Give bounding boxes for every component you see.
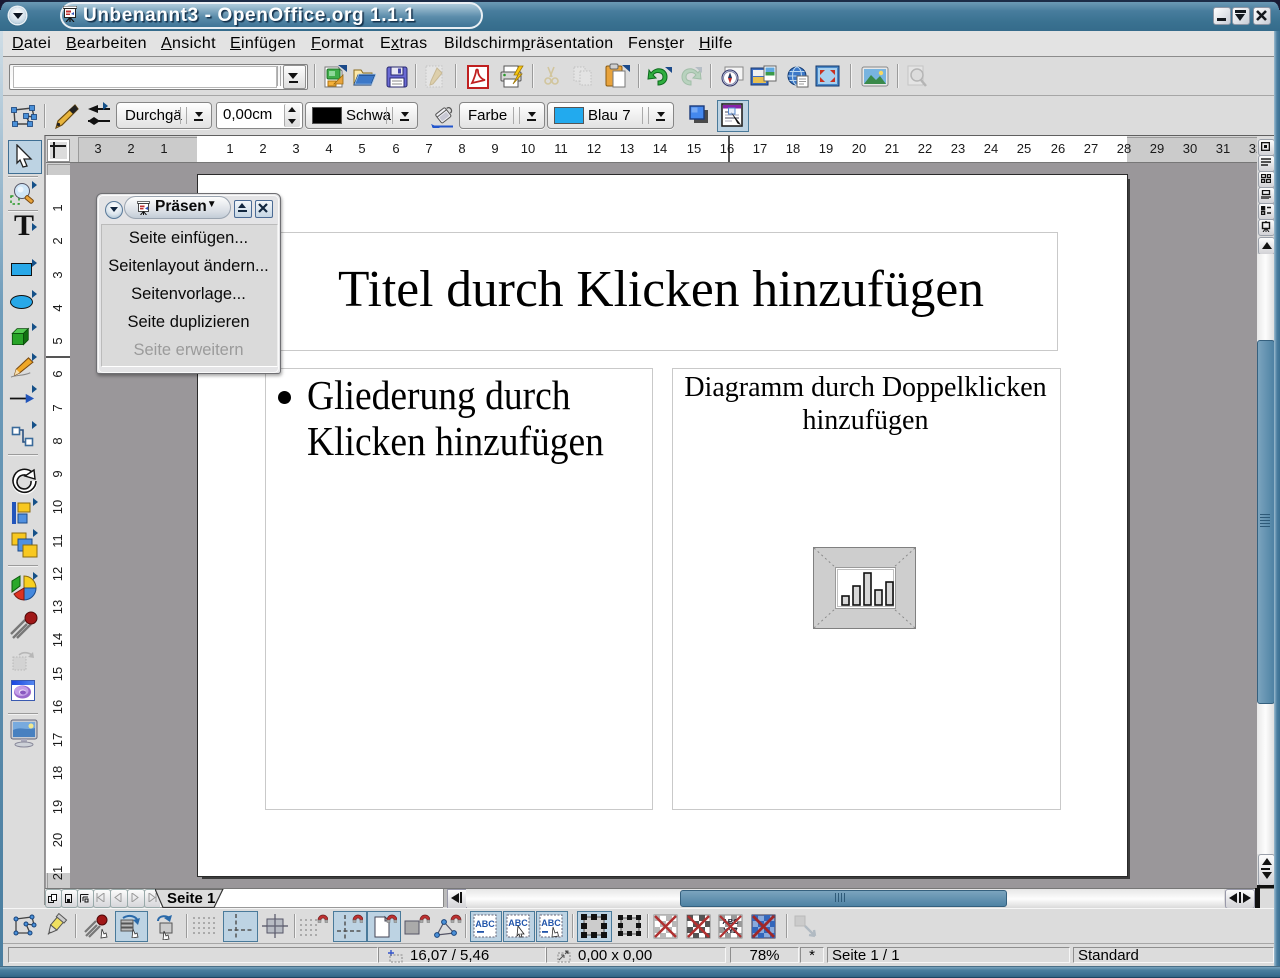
svg-text:ABC: ABC	[475, 919, 495, 929]
svg-text:ABC: ABC	[541, 918, 561, 928]
